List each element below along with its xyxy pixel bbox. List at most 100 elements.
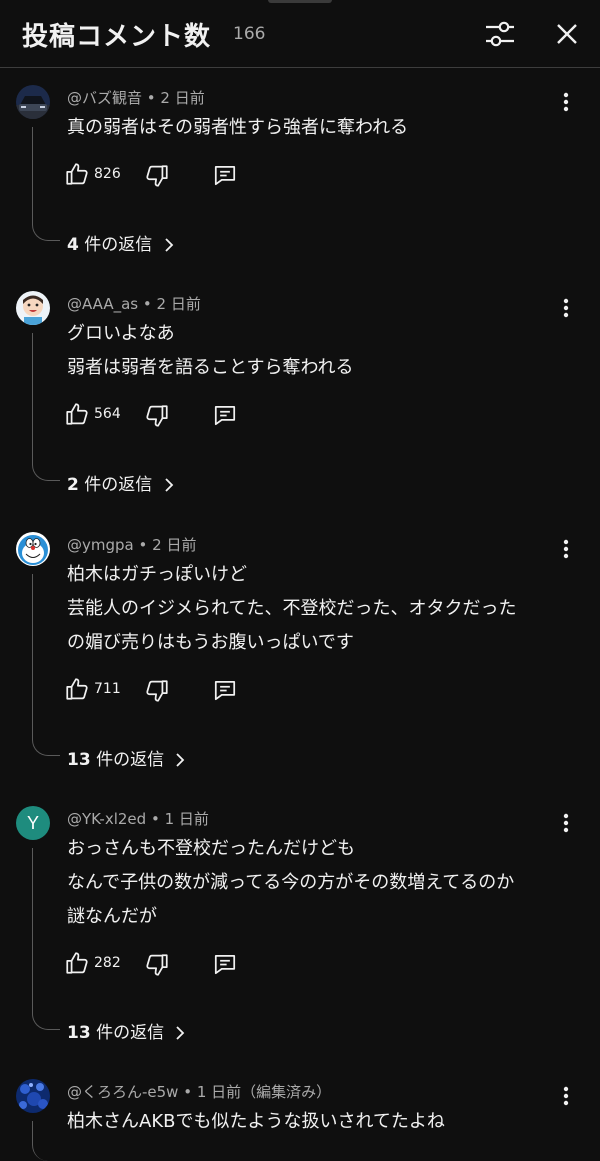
dislike-button[interactable]	[144, 403, 170, 429]
close-icon	[557, 24, 577, 44]
comment-text: グロいよなあ	[67, 323, 175, 344]
thread-line	[32, 333, 60, 481]
dislike-button[interactable]	[144, 952, 170, 978]
filter-button[interactable]	[482, 16, 518, 52]
reply-icon	[214, 955, 236, 975]
thumb-down-icon	[146, 405, 168, 427]
thumb-up-icon	[66, 163, 88, 185]
comment-time: 1 日前	[164, 810, 209, 828]
comment-meta: @くろろん-e5w • 1 日前（編集済み）	[67, 1083, 332, 1101]
reply-button[interactable]	[212, 951, 238, 977]
reply-label: 件の返信	[96, 1023, 165, 1043]
thread-line	[32, 574, 60, 756]
reply-label: 件の返信	[84, 235, 153, 255]
comment-meta: @ymgpa • 2 日前	[67, 536, 197, 554]
avatar[interactable]	[16, 291, 50, 325]
reply-icon	[214, 681, 236, 701]
comment-meta: @YK-xl2ed • 1 日前	[67, 810, 209, 828]
reply-label: 件の返信	[84, 475, 153, 495]
thread-line	[32, 127, 60, 241]
car-avatar-image	[16, 85, 50, 119]
comment-meta: @AAA_as • 2 日前	[67, 295, 201, 313]
reply-icon	[214, 406, 236, 426]
view-replies-button[interactable]: 13 件の返信	[67, 1018, 185, 1043]
avatar[interactable]	[16, 532, 50, 566]
more-options-button[interactable]	[556, 535, 576, 563]
reply-button[interactable]	[212, 402, 238, 428]
comment-text: 真の弱者はその弱者性すら強者に奪われる	[67, 117, 409, 138]
reply-count: 13	[67, 750, 91, 770]
cartoon-avatar-image	[16, 291, 50, 325]
chevron-right-icon	[165, 478, 173, 492]
comment-text: の媚び売りはもうお腹いっぱいです	[67, 632, 354, 653]
like-count: 826	[94, 166, 121, 182]
comment-text: 芸能人のイジメられてた、不登校だった、オタクだった	[67, 598, 517, 619]
thumb-down-icon	[146, 954, 168, 976]
filter-icon	[486, 21, 514, 47]
reply-label: 件の返信	[96, 750, 165, 770]
more-options-button[interactable]	[556, 88, 576, 116]
avatar[interactable]: Y	[16, 806, 50, 840]
like-button[interactable]	[64, 950, 90, 976]
comment-author[interactable]: @AAA_as	[67, 295, 138, 313]
chevron-right-icon	[176, 1026, 185, 1040]
comment-text: 謎なんだが	[67, 906, 157, 927]
like-button[interactable]	[64, 401, 90, 427]
avatar-letter: Y	[26, 812, 39, 833]
thumb-up-icon	[66, 678, 88, 700]
comment-actions: 564	[64, 401, 264, 431]
more-vert-icon	[563, 92, 569, 112]
comment-actions: 711	[64, 676, 264, 706]
more-options-button[interactable]	[556, 294, 576, 322]
avatar[interactable]	[16, 85, 50, 119]
more-vert-icon	[563, 1086, 569, 1106]
comment-text: 柏木はガチっぽいけど	[67, 564, 247, 585]
comment-count: 166	[233, 24, 266, 44]
dislike-button[interactable]	[144, 678, 170, 704]
comment-author[interactable]: @くろろん-e5w	[67, 1083, 178, 1101]
thumb-down-icon	[146, 165, 168, 187]
thumb-up-icon	[66, 403, 88, 425]
blue-pattern-avatar-image	[16, 1079, 50, 1113]
comment-author[interactable]: @YK-xl2ed	[67, 810, 146, 828]
reply-button[interactable]	[212, 677, 238, 703]
comment-text: なんで子供の数が減ってる今の方がその数増えてるのか	[67, 872, 515, 893]
view-replies-button[interactable]: 2 件の返信	[67, 470, 174, 495]
thread-line	[32, 1121, 60, 1161]
avatar[interactable]	[16, 1079, 50, 1113]
reply-button[interactable]	[212, 162, 238, 188]
more-options-button[interactable]	[556, 809, 576, 837]
view-replies-button[interactable]: 4 件の返信	[67, 230, 174, 255]
comment-actions: 826	[64, 161, 264, 191]
like-button[interactable]	[64, 161, 90, 187]
like-button[interactable]	[64, 676, 90, 702]
comment-time: 2 日前	[152, 536, 197, 554]
comment-author[interactable]: @バズ観音	[67, 89, 142, 107]
comments-header: 投稿コメント数 166	[0, 0, 600, 68]
view-replies-button[interactable]: 13 件の返信	[67, 745, 185, 770]
close-button[interactable]	[549, 16, 585, 52]
chevron-right-icon	[176, 753, 185, 767]
comment-actions: 282	[64, 950, 264, 980]
thumb-down-icon	[146, 680, 168, 702]
panel-title: 投稿コメント数	[22, 22, 212, 52]
comment-text: 弱者は弱者を語ることすら奪われる	[67, 357, 354, 378]
dislike-button[interactable]	[144, 163, 170, 189]
comment-time: 2 日前	[156, 295, 201, 313]
more-vert-icon	[563, 813, 569, 833]
like-count: 711	[94, 681, 121, 697]
chevron-right-icon	[165, 238, 173, 252]
comment-author[interactable]: @ymgpa	[67, 536, 134, 554]
comment-time: 2 日前	[160, 89, 205, 107]
more-vert-icon	[563, 298, 569, 318]
reply-count: 4	[67, 235, 79, 255]
comment-time: 1 日前（編集済み）	[196, 1083, 332, 1101]
more-options-button[interactable]	[556, 1082, 576, 1110]
more-vert-icon	[563, 539, 569, 559]
comment-text: 柏木さんAKBでも似たような扱いされてたよね	[67, 1111, 445, 1132]
reply-icon	[214, 166, 236, 186]
like-count: 282	[94, 955, 121, 971]
reply-count: 2	[67, 475, 79, 495]
thread-line	[32, 848, 60, 1030]
comment-meta: @バズ観音 • 2 日前	[67, 89, 205, 107]
